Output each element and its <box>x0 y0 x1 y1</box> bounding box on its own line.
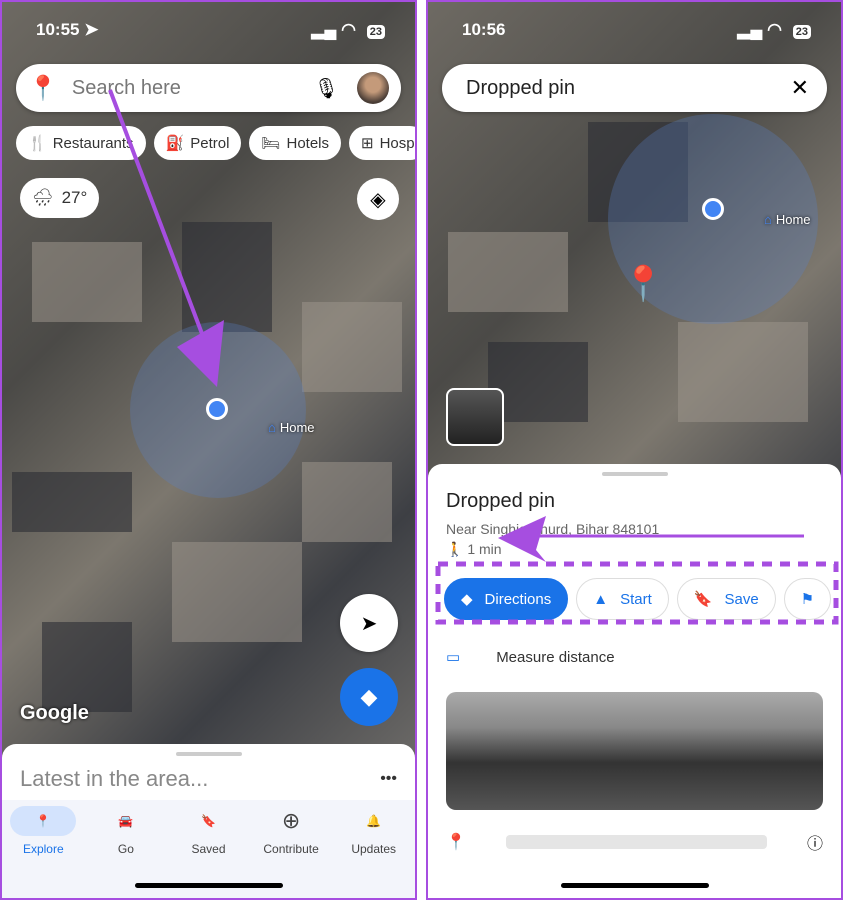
more-icon[interactable]: ••• <box>380 766 397 792</box>
sheet-handle[interactable] <box>175 752 242 756</box>
navigation-arrow-icon: ➤ <box>360 612 378 635</box>
home-indicator <box>134 883 283 888</box>
sheet-title: Latest in the area... <box>20 766 209 791</box>
google-logo: Google <box>20 702 89 724</box>
car-icon: 🚘 <box>118 814 134 828</box>
nav-label: Updates <box>351 842 397 856</box>
bookmark-icon: 🔖 <box>201 814 216 828</box>
recenter-button[interactable]: ➤ <box>340 594 398 652</box>
nav-label: Go <box>117 842 134 856</box>
home-indicator <box>560 883 709 888</box>
annotation-overlay <box>435 516 839 625</box>
nav-label: Saved <box>191 842 226 856</box>
directions-icon: ◆ <box>360 684 378 709</box>
bell-icon: 🔔 <box>366 814 382 828</box>
pin-icon: 📍 <box>10 806 77 836</box>
directions-fab[interactable]: ◆ <box>340 668 398 726</box>
nav-label: Contribute <box>263 842 319 856</box>
right-screen: 10:56 ▂▄ ◠ 23 Dropped pin ✕ ⌂ Home 📍 Drop… <box>426 0 843 900</box>
left-screen: 10:55 ➤ ▂▄ ◠ 23 📍 Search here 🎙 🍴 Restaur… <box>0 0 417 900</box>
nav-label: Explore <box>22 842 64 856</box>
nav-explore[interactable]: 📍 Explore <box>5 806 81 898</box>
nav-updates[interactable]: 🔔 Updates <box>336 806 412 898</box>
plus-circle-icon: ⊕ <box>281 808 301 833</box>
